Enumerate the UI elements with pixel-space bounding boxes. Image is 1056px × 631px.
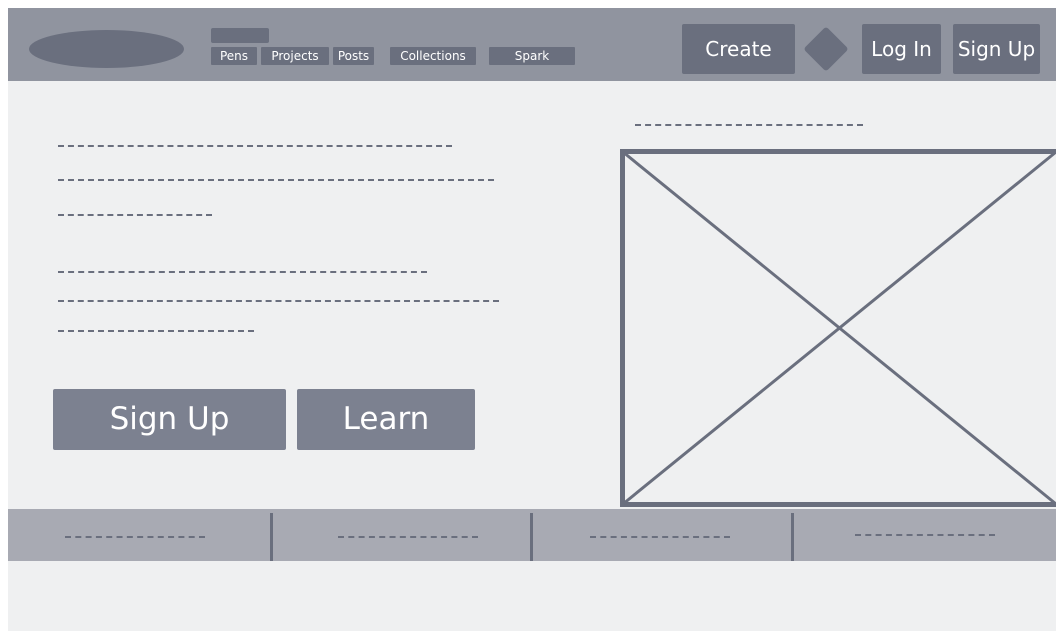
top-navbar: Pens Projects Posts Collections Spark Cr… (8, 8, 1056, 81)
nav-item-spark[interactable]: Spark (489, 47, 575, 65)
footer-link-placeholder (855, 534, 995, 536)
image-caption-placeholder (635, 124, 863, 126)
footer-link-placeholder (590, 536, 730, 538)
create-button[interactable]: Create (682, 24, 795, 74)
nav-item-collections[interactable]: Collections (390, 47, 476, 65)
header-signup-button[interactable]: Sign Up (953, 24, 1040, 74)
footer-link-placeholder (65, 536, 205, 538)
nav-item-projects[interactable]: Projects (261, 47, 329, 65)
nav-item-posts[interactable]: Posts (333, 47, 374, 65)
text-line-placeholder (58, 145, 452, 147)
text-line-placeholder (58, 179, 494, 181)
login-button[interactable]: Log In (862, 24, 941, 74)
footer-link-3[interactable] (533, 509, 791, 561)
hero-signup-button[interactable]: Sign Up (53, 389, 286, 450)
nav-label-placeholder (211, 28, 269, 43)
footer-link-4[interactable] (794, 509, 1056, 561)
text-line-placeholder (58, 214, 212, 216)
footer-link-1[interactable] (8, 509, 271, 561)
text-line-placeholder (58, 300, 499, 302)
image-placeholder-icon (620, 149, 1056, 507)
footer-link-2[interactable] (273, 509, 531, 561)
logo-placeholder[interactable] (29, 30, 184, 68)
diamond-icon[interactable] (803, 26, 849, 72)
text-line-placeholder (58, 271, 427, 273)
wireframe-page: Pens Projects Posts Collections Spark Cr… (8, 8, 1056, 631)
text-line-placeholder (58, 330, 254, 332)
footer-bar (8, 509, 1056, 561)
nav-item-pens[interactable]: Pens (211, 47, 257, 65)
footer-link-placeholder (338, 536, 478, 538)
learn-button[interactable]: Learn (297, 389, 475, 450)
